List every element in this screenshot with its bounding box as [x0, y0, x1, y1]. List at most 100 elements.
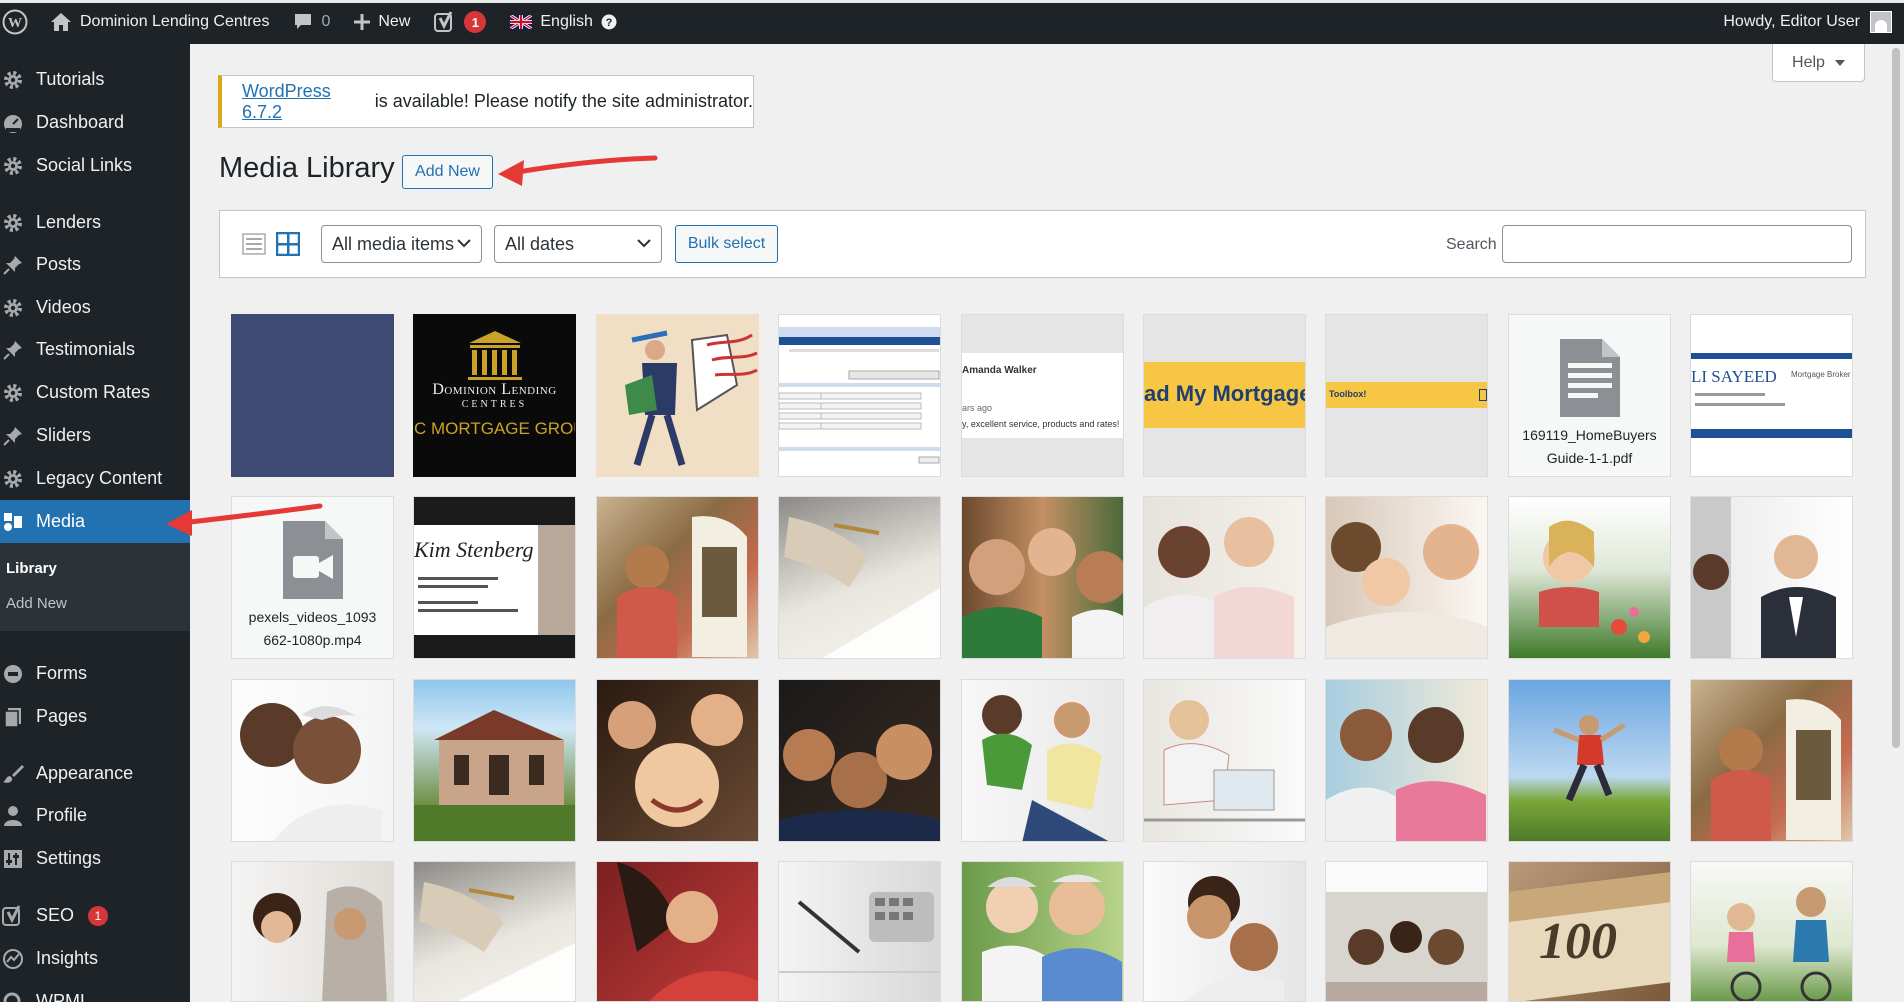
sidebar-item-dashboard[interactable]: Dashboard — [0, 101, 190, 144]
comments-link[interactable]: 0 — [281, 0, 342, 44]
wordpress-logo-icon[interactable]: W — [0, 0, 38, 44]
photo-thumbnail[interactable] — [1143, 496, 1306, 659]
photo-thumbnail[interactable] — [778, 861, 941, 1002]
photo-thumbnail[interactable] — [1690, 496, 1853, 659]
photo-thumbnail[interactable] — [778, 496, 941, 659]
wordpress-update-link[interactable]: WordPress 6.7.2 — [242, 81, 370, 123]
photo-thumbnail[interactable] — [413, 679, 576, 842]
sidebar-item-custom-rates[interactable]: Custom Rates — [0, 371, 190, 414]
sidebar-item-testimonials[interactable]: Testimonials — [0, 328, 190, 371]
bulk-select-button[interactable]: Bulk select — [675, 225, 778, 263]
gear-icon — [0, 67, 26, 93]
grid-view-icon[interactable] — [275, 231, 301, 257]
gear-icon — [0, 295, 26, 321]
uk-flag-icon — [510, 15, 533, 29]
forms-icon — [0, 661, 26, 687]
photo-thumbnail[interactable] — [231, 861, 394, 1002]
date-filter[interactable]: All dates — [494, 225, 662, 263]
sidebar-item-insights[interactable]: Insights — [0, 937, 190, 980]
sidebar-item-legacy-content[interactable]: Legacy Content — [0, 457, 190, 500]
media-tile[interactable] — [231, 314, 394, 477]
banner-text: ad My Mortgage — [1144, 381, 1306, 406]
sidebar-item-label: Appearance — [36, 763, 134, 783]
photo-thumbnail[interactable] — [1325, 496, 1488, 659]
my-account[interactable]: Howdy, Editor User — [1723, 11, 1904, 33]
photo-thumbnail[interactable] — [596, 679, 759, 842]
sidebar-item-pages[interactable]: Pages — [0, 695, 190, 738]
media-tile[interactable] — [596, 314, 759, 477]
submenu-item-library[interactable]: Library — [0, 551, 190, 586]
dlc-logo-mortgage: C MORTGAGE GROU — [414, 419, 576, 438]
photo-thumbnail[interactable] — [231, 679, 394, 842]
sidebar-item-posts[interactable]: Posts — [0, 243, 190, 286]
annotation-arrow-add-new — [498, 155, 658, 186]
sidebar-item-label: WPML — [36, 991, 90, 1002]
media-tile-pdf[interactable]: 169119_HomeBuyers Guide-1-1.pdf — [1508, 314, 1671, 477]
sidebar-item-tutorials[interactable]: Tutorials — [0, 58, 190, 101]
chevron-down-icon — [637, 239, 651, 248]
submenu-item-add-new[interactable]: Add New — [0, 586, 190, 621]
sidebar-item-wpml[interactable]: WPML — [0, 980, 190, 1002]
photo-thumbnail[interactable] — [1508, 679, 1671, 842]
testimonial-quote: y, excellent service, products and rates… — [962, 419, 1120, 429]
business-card-name: LI SAYEED — [1691, 367, 1777, 386]
business-card-title: Mortgage Broker — [1791, 370, 1851, 379]
media-icon — [0, 509, 26, 535]
page-scrollbar[interactable] — [1888, 44, 1904, 1002]
settings-icon — [0, 846, 26, 872]
pin-icon — [0, 337, 26, 363]
sidebar-item-seo[interactable]: SEO 1 — [0, 894, 190, 937]
photo-thumbnail[interactable] — [596, 496, 759, 659]
sidebar-item-label: Sliders — [36, 425, 92, 445]
sidebar-item-settings[interactable]: Settings — [0, 837, 190, 880]
media-tile[interactable]: LI SAYEED Mortgage Broker — [1690, 314, 1853, 477]
photo-thumbnail[interactable] — [413, 861, 576, 1002]
brush-icon — [0, 761, 26, 787]
media-submenu: Library Add New — [0, 543, 190, 631]
photo-thumbnail[interactable] — [1690, 679, 1853, 842]
sidebar-item-lenders[interactable]: Lenders — [0, 201, 190, 244]
photo-thumbnail[interactable] — [1508, 496, 1671, 659]
media-tile[interactable]: Amanda Walker ars ago y, excellent servi… — [961, 314, 1124, 477]
sidebar-item-social-links[interactable]: Social Links — [0, 144, 190, 187]
sidebar-item-profile[interactable]: Profile — [0, 794, 190, 837]
yoast-menu[interactable]: 1 — [422, 0, 498, 44]
list-view-icon[interactable] — [242, 232, 266, 256]
media-toolbar: All media items All dates Bulk select Se… — [219, 210, 1866, 278]
banknote-text: 100 — [1539, 913, 1617, 970]
avatar — [1870, 11, 1892, 33]
help-tab-button[interactable]: Help — [1772, 44, 1865, 82]
sidebar-item-forms[interactable]: Forms — [0, 652, 190, 695]
site-name-link[interactable]: Dominion Lending Centres — [38, 0, 281, 44]
photo-thumbnail[interactable]: 100 — [1508, 861, 1671, 1002]
photo-thumbnail[interactable] — [778, 679, 941, 842]
howdy-text: Howdy, Editor User — [1723, 13, 1860, 30]
search-input[interactable] — [1502, 225, 1852, 263]
media-tile[interactable]: Toolbox! — [1325, 314, 1488, 477]
search-label: Search — [1446, 236, 1497, 253]
sidebar-item-videos[interactable]: Videos — [0, 286, 190, 329]
sidebar-item-appearance[interactable]: Appearance — [0, 752, 190, 795]
media-type-filter[interactable]: All media items — [321, 225, 482, 263]
sidebar-item-label: Forms — [36, 663, 87, 683]
photo-thumbnail[interactable] — [1325, 861, 1488, 1002]
media-tile[interactable] — [778, 314, 941, 477]
sidebar-item-sliders[interactable]: Sliders — [0, 414, 190, 457]
media-tile[interactable]: ad My Mortgage — [1143, 314, 1306, 477]
signature-text: Kim Stenberg — [414, 537, 534, 562]
photo-thumbnail[interactable] — [1690, 861, 1853, 1002]
photo-thumbnail[interactable] — [1325, 679, 1488, 842]
add-new-button[interactable]: Add New — [402, 155, 493, 189]
comment-icon — [295, 14, 312, 29]
photo-thumbnail[interactable] — [961, 861, 1124, 1002]
language-switcher[interactable]: English ? — [498, 0, 628, 44]
photo-thumbnail[interactable] — [1143, 861, 1306, 1002]
photo-thumbnail[interactable] — [961, 679, 1124, 842]
new-content-link[interactable]: New — [342, 0, 422, 44]
media-tile[interactable]: Kim Stenberg — [413, 496, 576, 659]
photo-thumbnail[interactable] — [961, 496, 1124, 659]
annotation-arrow-media — [166, 503, 323, 536]
photo-thumbnail[interactable] — [1143, 679, 1306, 842]
media-tile[interactable]: Dominion Lending CENTRES C MORTGAGE GROU — [413, 314, 576, 477]
photo-thumbnail[interactable] — [596, 861, 759, 1002]
